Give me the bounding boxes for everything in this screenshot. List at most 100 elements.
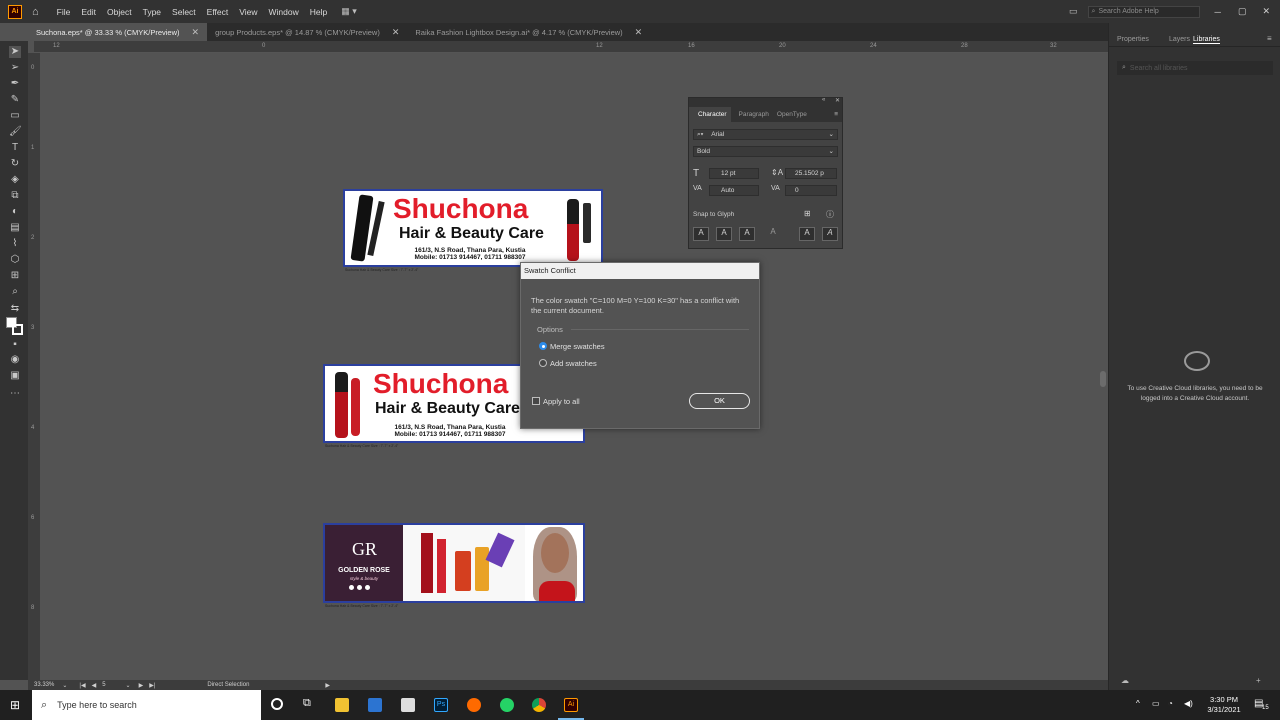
close-icon[interactable]: ✕ [835, 97, 840, 104]
zoom-tool-icon[interactable]: ⌕ [9, 286, 21, 298]
file-explorer-icon[interactable] [335, 698, 349, 712]
artboard-banner-1[interactable]: Shuchona Hair & Beauty Care 161/3, N.S R… [343, 189, 603, 267]
snap-xheight-icon[interactable]: A [716, 227, 732, 241]
task-view-icon[interactable]: ⧉ [303, 697, 311, 710]
chrome-icon[interactable] [532, 698, 546, 712]
photoshop-icon[interactable]: Ps [434, 698, 448, 712]
snap-baseline-icon[interactable]: A [693, 227, 709, 241]
snap-glyph-bounds-icon[interactable]: A [739, 227, 755, 241]
panel-menu-icon[interactable]: ≡ [1267, 34, 1272, 43]
mail-icon[interactable] [368, 698, 382, 712]
info-icon[interactable]: ⓘ [826, 209, 834, 220]
status-menu-icon[interactable]: ▶ [325, 682, 330, 689]
free-transform-tool-icon[interactable]: ⧉ [9, 190, 21, 202]
close-window-button[interactable]: ✕ [1262, 6, 1270, 17]
selection-tool-icon[interactable]: ➤ [9, 46, 21, 58]
close-icon[interactable]: ✕ [392, 27, 400, 38]
menu-help[interactable]: Help [310, 7, 327, 17]
cortana-icon[interactable] [271, 698, 283, 710]
battery-icon[interactable]: ◔ [1168, 699, 1173, 708]
tab-opentype[interactable]: OpenType [777, 111, 807, 118]
screen-mode-icon[interactable]: ▣ [9, 370, 21, 382]
workspace-switcher-icon[interactable]: ▭ [1069, 6, 1078, 17]
whatsapp-icon[interactable] [500, 698, 514, 712]
eraser-tool-icon[interactable]: ◈ [9, 174, 21, 186]
help-search-field[interactable]: ⌕ Search Adobe Help [1087, 5, 1200, 18]
menu-window[interactable]: Window [269, 7, 299, 17]
menu-edit[interactable]: Edit [81, 7, 96, 17]
chevron-down-icon[interactable]: ⌄ [126, 682, 131, 689]
rectangle-tool-icon[interactable]: ▭ [9, 110, 21, 122]
font-style-dropdown[interactable]: Bold ⌄ [693, 146, 838, 157]
close-icon[interactable]: ✕ [635, 27, 643, 38]
menu-type[interactable]: Type [143, 7, 161, 17]
draw-mode-icon[interactable]: ◉ [9, 354, 21, 366]
tab-character[interactable]: Character [689, 106, 731, 122]
collapse-icon[interactable]: « [822, 97, 825, 103]
network-icon[interactable]: ▭ [1152, 699, 1160, 708]
menu-view[interactable]: View [239, 7, 257, 17]
type-tool-icon[interactable]: T [9, 142, 21, 154]
arrange-documents-icon[interactable]: ▦ ▾ [341, 6, 357, 17]
artboard-number-field[interactable]: 5 [102, 682, 105, 688]
windows-start-icon[interactable]: ⊞ [10, 698, 20, 712]
tab-properties[interactable]: Properties [1117, 36, 1149, 43]
pen-tool-icon[interactable]: ✒ [9, 78, 21, 90]
merge-swatches-radio[interactable] [539, 342, 547, 350]
snap-angular-icon[interactable]: A [799, 227, 815, 241]
tab-libraries[interactable]: Libraries [1193, 36, 1220, 44]
scrollbar-thumb[interactable] [1100, 371, 1106, 387]
library-search-field[interactable]: ⌕ Search all libraries [1117, 61, 1273, 75]
zoom-level-field[interactable]: 33.33% [34, 682, 54, 688]
tab-suchona[interactable]: Suchona.eps* @ 33.33 % (CMYK/Preview) ✕ [0, 23, 208, 41]
kerning-field[interactable]: Auto [709, 185, 759, 196]
curvature-tool-icon[interactable]: ✎ [9, 94, 21, 106]
add-library-icon[interactable]: + [1256, 676, 1261, 685]
menu-select[interactable]: Select [172, 7, 196, 17]
menu-file[interactable]: File [57, 7, 71, 17]
menu-effect[interactable]: Effect [207, 7, 229, 17]
artboard-banner-3[interactable]: GR GOLDEN ROSE style & beauty [323, 523, 585, 603]
cloud-sync-icon[interactable]: ☁ [1121, 676, 1129, 685]
tab-paragraph[interactable]: Paragraph [739, 111, 769, 118]
close-icon[interactable]: ✕ [192, 27, 200, 38]
artboard-tool-icon[interactable]: ⊞ [9, 270, 21, 282]
maximize-button[interactable]: ▢ [1238, 6, 1247, 17]
leading-field[interactable]: 25.1502 p [785, 168, 837, 179]
gradient-tool-icon[interactable]: ▤ [9, 222, 21, 234]
direct-selection-tool-icon[interactable]: ➢ [9, 62, 21, 74]
taskbar-search-box[interactable]: ⌕ Type here to search [32, 690, 261, 720]
glyph-grid-icon[interactable]: ⊞ [804, 209, 811, 218]
panel-menu-icon[interactable]: ≡ [834, 111, 838, 118]
next-artboard-icon[interactable]: ▶ [139, 682, 144, 689]
ok-button[interactable]: OK [689, 393, 750, 409]
last-artboard-icon[interactable]: ▶| [149, 682, 155, 689]
vertical-scrollbar[interactable] [1098, 53, 1108, 680]
swap-fill-stroke-icon[interactable]: ⇆ [9, 303, 21, 315]
stroke-color-swatch[interactable] [12, 324, 23, 335]
shape-builder-tool-icon[interactable]: ◐ [9, 206, 21, 218]
apply-to-all-checkbox[interactable] [532, 397, 540, 405]
search-app-icon[interactable] [467, 698, 481, 712]
minimize-button[interactable]: ─ [1215, 7, 1221, 17]
rotate-tool-icon[interactable]: ↻ [9, 158, 21, 170]
store-icon[interactable] [401, 698, 415, 712]
apply-to-all-label[interactable]: Apply to all [543, 397, 580, 406]
home-icon[interactable]: ⌂ [32, 6, 39, 18]
clock[interactable]: 3:30 PM 3/31/2021 [1204, 695, 1244, 715]
snap-anchor-icon[interactable]: A [822, 227, 838, 241]
tab-group-products[interactable]: group Products.eps* @ 14.87 % (CMYK/Prev… [207, 23, 408, 41]
first-artboard-icon[interactable]: |◀ [79, 682, 85, 689]
tab-layers[interactable]: Layers [1169, 36, 1190, 43]
snap-proximity-icon[interactable]: A [765, 227, 781, 241]
show-hidden-icons-icon[interactable]: ^ [1136, 699, 1140, 708]
tracking-field[interactable]: 0 [785, 185, 837, 196]
more-tools-icon[interactable]: ⋯ [9, 388, 21, 400]
previous-artboard-icon[interactable]: ◀ [92, 682, 97, 689]
add-swatches-radio[interactable] [539, 359, 547, 367]
chevron-down-icon[interactable]: ⌄ [62, 682, 67, 689]
add-swatches-label[interactable]: Add swatches [550, 359, 597, 368]
illustrator-taskbar-icon[interactable]: Ai [564, 698, 578, 712]
eyedropper-tool-icon[interactable]: ⌇ [9, 238, 21, 250]
tab-raika-fashion[interactable]: Raika Fashion Lightbox Design.ai* @ 4.17… [407, 23, 651, 41]
